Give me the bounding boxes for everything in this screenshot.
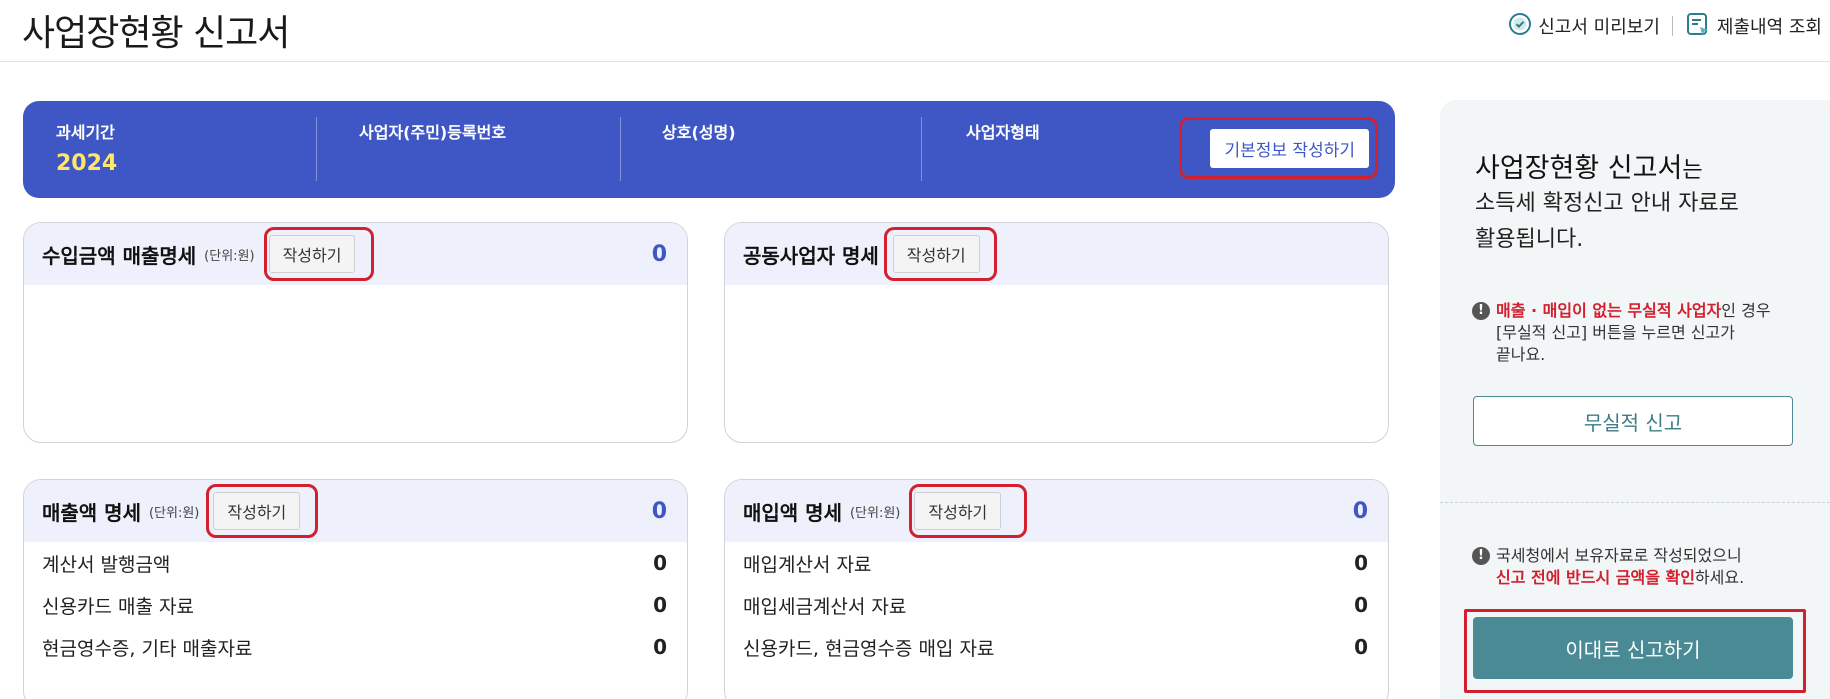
document-search-icon	[1685, 11, 1711, 42]
card-title: 공동사업자 명세	[743, 243, 879, 268]
info-divider	[316, 117, 317, 181]
zero-report-notice: ! 매출 · 매입이 없는 무실적 사업자인 경우 [무실적 신고] 버튼을 누…	[1472, 300, 1802, 366]
row-label: 현금영수증, 기타 매출자료	[42, 637, 253, 660]
card-title: 매출액 명세	[42, 500, 141, 525]
row-value: 0	[653, 635, 667, 659]
business-type: 사업자형태	[966, 119, 1040, 181]
income-write-button[interactable]: 작성하기	[268, 235, 356, 273]
registration-number-label: 사업자(주민)등록번호	[359, 123, 507, 142]
partners-write-button[interactable]: 작성하기	[892, 235, 980, 273]
header-separator	[1671, 16, 1673, 36]
side-subtitle-line: 활용됩니다.	[1475, 227, 1584, 252]
history-link[interactable]: 제출내역 조회	[1677, 11, 1830, 42]
row-value: 0	[1354, 551, 1368, 575]
business-type-label: 사업자형태	[966, 123, 1040, 142]
notice-highlight: 신고 전에 반드시 금액을 확인	[1496, 568, 1695, 587]
preview-link[interactable]: 신고서 미리보기	[1500, 12, 1668, 41]
unit-label: (단위:원)	[849, 505, 901, 521]
card-header: 매출액 명세 (단위:원) 작성하기 0	[24, 480, 687, 542]
tax-period-label: 과세기간	[56, 123, 115, 142]
card-header: 매입액 명세 (단위:원) 작성하기 0	[725, 480, 1388, 542]
sales-card: 매출액 명세 (단위:원) 작성하기 0 계산서 발행금액 0 신용카드 매출 …	[23, 479, 688, 699]
list-item: 매입세금계산서 자료 0	[725, 584, 1388, 626]
info-divider	[620, 117, 621, 181]
card-total: 0	[1352, 498, 1368, 524]
row-value: 0	[653, 551, 667, 575]
side-divider	[1440, 502, 1830, 503]
list-item: 신용카드, 현금영수증 매입 자료 0	[725, 626, 1388, 668]
zero-report-button[interactable]: 무실적 신고	[1473, 396, 1793, 446]
row-label: 매입계산서 자료	[743, 553, 872, 576]
purchase-card: 매입액 명세 (단위:원) 작성하기 0 매입계산서 자료 0 매입세금계산서 …	[724, 479, 1389, 699]
row-label: 매입세금계산서 자료	[743, 595, 907, 618]
check-circle-icon	[1508, 12, 1532, 41]
history-label: 제출내역 조회	[1716, 17, 1822, 38]
notice-text-part: 끝나요.	[1496, 345, 1546, 364]
list-item: 신용카드 매출 자료 0	[24, 584, 687, 626]
list-item: 현금영수증, 기타 매출자료 0	[24, 626, 687, 668]
purchase-write-button[interactable]: 작성하기	[914, 492, 1002, 530]
side-panel: 사업장현황 신고서는 소득세 확정신고 안내 자료로 활용됩니다. ! 매출 ·…	[1440, 100, 1830, 699]
card-total: 0	[651, 498, 667, 524]
registration-number: 사업자(주민)등록번호	[359, 119, 506, 181]
page-title: 사업장현황 신고서	[22, 13, 290, 54]
list-item: 매입계산서 자료 0	[725, 542, 1388, 584]
verify-notice: ! 국세청에서 보유자료로 작성되었으니 신고 전에 반드시 금액을 확인하세요…	[1472, 545, 1812, 589]
unit-label: (단위:원)	[204, 248, 255, 264]
unit-label: (단위:원)	[148, 505, 200, 521]
row-label: 계산서 발행금액	[42, 553, 171, 576]
notice-text-part: [무실적 신고] 버튼을 누르면 신고가	[1496, 323, 1735, 342]
co-business-card: 공동사업자 명세 작성하기	[724, 222, 1389, 443]
side-subtitle: 소득세 확정신고 안내 자료로 활용됩니다.	[1475, 186, 1739, 258]
side-title-suffix: 는	[1682, 158, 1703, 183]
row-label: 신용카드 매출 자료	[42, 595, 194, 618]
row-value: 0	[653, 593, 667, 617]
card-header: 수입금액 매출명세 (단위:원) 작성하기 0	[24, 223, 687, 285]
business-name: 상호(성명)	[662, 119, 736, 181]
notice-text-part: 인 경우	[1721, 301, 1771, 320]
income-sales-card: 수입금액 매출명세 (단위:원) 작성하기 0	[23, 222, 688, 443]
submit-report-button[interactable]: 이대로 신고하기	[1473, 617, 1793, 679]
exclamation-icon: !	[1472, 302, 1490, 320]
card-title: 매입액 명세	[743, 500, 842, 525]
tax-period: 과세기간 2024	[56, 119, 117, 181]
notice-text-part: 하세요.	[1694, 568, 1745, 587]
basic-info-write-button[interactable]: 기본정보 작성하기	[1210, 129, 1369, 168]
side-subtitle-line: 소득세 확정신고 안내 자료로	[1475, 191, 1739, 216]
list-item: 계산서 발행금액 0	[24, 542, 687, 584]
business-name-label: 상호(성명)	[662, 123, 736, 142]
page-header: 사업장현황 신고서 신고서 미리보기 제출내역 조회	[0, 0, 1830, 62]
side-title-main: 사업장현황 신고서	[1475, 153, 1683, 184]
info-divider	[921, 117, 922, 181]
side-title: 사업장현황 신고서는	[1475, 146, 1703, 185]
preview-label: 신고서 미리보기	[1538, 17, 1660, 38]
notice-highlight: 매출 · 매입이 없는 무실적 사업자	[1496, 301, 1722, 320]
notice-text-part: 국세청에서 보유자료로 작성되었으니	[1496, 546, 1742, 565]
sales-write-button[interactable]: 작성하기	[213, 492, 301, 530]
card-header: 공동사업자 명세 작성하기	[725, 223, 1388, 285]
notice-text: 국세청에서 보유자료로 작성되었으니 신고 전에 반드시 금액을 확인하세요.	[1496, 545, 1744, 589]
card-total: 0	[651, 241, 667, 267]
basic-info-bar: 과세기간 2024 사업자(주민)등록번호 상호(성명) 사업자형태 기본정보 …	[23, 101, 1395, 198]
card-title: 수입금액 매출명세	[42, 243, 197, 268]
row-label: 신용카드, 현금영수증 매입 자료	[743, 637, 995, 660]
tax-period-value: 2024	[56, 151, 118, 176]
exclamation-icon: !	[1472, 547, 1490, 565]
row-value: 0	[1354, 593, 1368, 617]
row-value: 0	[1354, 635, 1368, 659]
header-links: 신고서 미리보기 제출내역 조회	[1500, 10, 1830, 42]
notice-text: 매출 · 매입이 없는 무실적 사업자인 경우 [무실적 신고] 버튼을 누르면…	[1496, 300, 1771, 366]
